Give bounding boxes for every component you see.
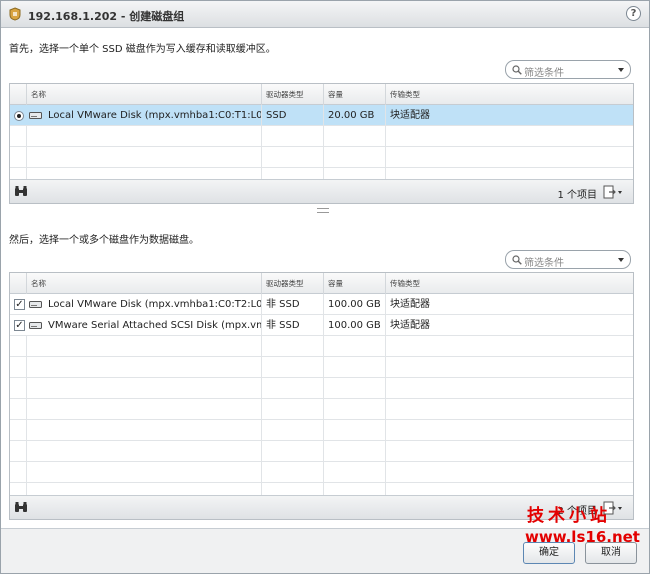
ssd-disk-table: 名称 驱动器类型 容量 传输类型 Local VMware Disk (mpx.… bbox=[9, 83, 634, 204]
capacity-cell: 20.00 GB bbox=[323, 105, 385, 126]
drive-type-cell: SSD bbox=[261, 105, 323, 126]
column-header-transport[interactable]: 传输类型 bbox=[385, 84, 633, 105]
empty-row bbox=[10, 441, 633, 462]
empty-row bbox=[10, 336, 633, 357]
pane-splitter[interactable] bbox=[317, 208, 329, 213]
window-title: 192.168.1.202 - 创建磁盘组 bbox=[28, 10, 185, 23]
select-column-header bbox=[10, 84, 26, 105]
table-row[interactable]: Local VMware Disk (mpx.vmhba1:C0:T1:L0) … bbox=[10, 105, 633, 126]
empty-row bbox=[10, 420, 633, 441]
column-header-capacity[interactable]: 容量 bbox=[323, 273, 385, 294]
ssd-filter-placeholder: 筛选条件 bbox=[524, 68, 564, 79]
chevron-down-icon[interactable] bbox=[618, 68, 624, 72]
row-checkbox[interactable]: ✓ bbox=[14, 299, 25, 310]
empty-row bbox=[10, 126, 633, 147]
column-header-capacity[interactable]: 容量 bbox=[323, 84, 385, 105]
transport-cell: 块适配器 bbox=[385, 315, 633, 336]
disk-name-cell: VMware Serial Attached SCSI Disk (mpx.vm… bbox=[26, 315, 261, 336]
empty-row bbox=[10, 462, 633, 483]
empty-row bbox=[10, 168, 633, 179]
column-header-name[interactable]: 名称 bbox=[26, 84, 261, 105]
help-button[interactable]: ? bbox=[626, 6, 641, 21]
ssd-table-footer: 1 个项目 bbox=[10, 179, 633, 203]
disk-name-cell: Local VMware Disk (mpx.vmhba1:C0:T2:L0) bbox=[26, 294, 261, 315]
binoculars-icon[interactable] bbox=[14, 502, 28, 514]
empty-row bbox=[10, 378, 633, 399]
ssd-instruction: 首先，选择一个单个 SSD 磁盘作为写入缓存和读取缓冲区。 bbox=[9, 44, 276, 55]
row-checkbox[interactable]: ✓ bbox=[14, 320, 25, 331]
capacity-cell: 100.00 GB bbox=[323, 315, 385, 336]
column-header-drive-type[interactable]: 驱动器类型 bbox=[261, 273, 323, 294]
empty-row bbox=[10, 399, 633, 420]
radio-dot bbox=[17, 114, 21, 118]
data-filter-input[interactable]: 筛选条件 bbox=[505, 250, 631, 269]
search-icon bbox=[512, 65, 522, 75]
chevron-down-icon[interactable] bbox=[618, 258, 624, 262]
table-row[interactable]: ✓ Local VMware Disk (mpx.vmhba1:C0:T2:L0… bbox=[10, 294, 633, 315]
column-header-transport[interactable]: 传输类型 bbox=[385, 273, 633, 294]
drive-type-cell: 非 SSD bbox=[261, 315, 323, 336]
title-bar: 192.168.1.202 - 创建磁盘组 ? bbox=[1, 1, 649, 28]
empty-row bbox=[10, 147, 633, 168]
vsphere-app-icon bbox=[9, 7, 21, 21]
transport-cell: 块适配器 bbox=[385, 294, 633, 315]
ssd-table-header: 名称 驱动器类型 容量 传输类型 bbox=[10, 84, 633, 105]
create-disk-group-dialog: 192.168.1.202 - 创建磁盘组 ? 首先，选择一个单个 SSD 磁盘… bbox=[0, 0, 650, 574]
drive-type-cell: 非 SSD bbox=[261, 294, 323, 315]
ssd-filter-input[interactable]: 筛选条件 bbox=[505, 60, 631, 79]
disk-name: VMware Serial Attached SCSI Disk (mpx.vm… bbox=[48, 320, 261, 331]
data-filter-placeholder: 筛选条件 bbox=[524, 258, 564, 269]
export-icon[interactable] bbox=[603, 185, 625, 199]
empty-row bbox=[10, 483, 633, 495]
disk-icon bbox=[29, 112, 42, 119]
capacity-cell: 100.00 GB bbox=[323, 294, 385, 315]
watermark-url: www.ls16.net bbox=[525, 528, 640, 546]
disk-name: Local VMware Disk (mpx.vmhba1:C0:T1:L0) bbox=[48, 110, 261, 121]
data-disk-instruction: 然后，选择一个或多个磁盘作为数据磁盘。 bbox=[9, 235, 199, 246]
row-radio-button[interactable] bbox=[14, 111, 24, 121]
watermark-title: 技术小站 bbox=[527, 506, 611, 526]
binoculars-icon[interactable] bbox=[14, 186, 28, 198]
search-icon bbox=[512, 255, 522, 265]
disk-name: Local VMware Disk (mpx.vmhba1:C0:T2:L0) bbox=[48, 299, 261, 310]
disk-name-cell: Local VMware Disk (mpx.vmhba1:C0:T1:L0) bbox=[26, 105, 261, 126]
transport-cell: 块适配器 bbox=[385, 105, 633, 126]
empty-row bbox=[10, 357, 633, 378]
column-header-name[interactable]: 名称 bbox=[26, 273, 261, 294]
select-column-header bbox=[10, 273, 26, 294]
data-table-header: 名称 驱动器类型 容量 传输类型 bbox=[10, 273, 633, 294]
ssd-item-count: 1 个项目 bbox=[557, 190, 597, 201]
table-row[interactable]: ✓ VMware Serial Attached SCSI Disk (mpx.… bbox=[10, 315, 633, 336]
disk-icon bbox=[29, 301, 42, 308]
disk-icon bbox=[29, 322, 42, 329]
data-disk-table: 名称 驱动器类型 容量 传输类型 ✓ Local VMware Disk (mp… bbox=[9, 272, 634, 520]
column-header-drive-type[interactable]: 驱动器类型 bbox=[261, 84, 323, 105]
